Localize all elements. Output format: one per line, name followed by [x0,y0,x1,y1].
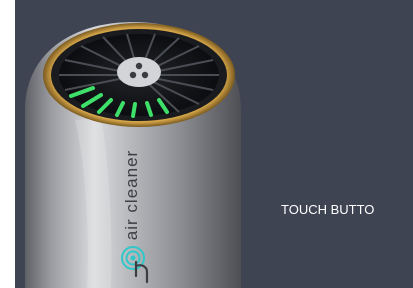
air-purifier-image [25,22,241,288]
touch-button-caption: TOUCH BUTTO [281,202,375,217]
fan-grille [59,33,219,118]
product-scene: air cleaner [15,0,413,288]
device-side-label: air cleaner [122,149,141,241]
